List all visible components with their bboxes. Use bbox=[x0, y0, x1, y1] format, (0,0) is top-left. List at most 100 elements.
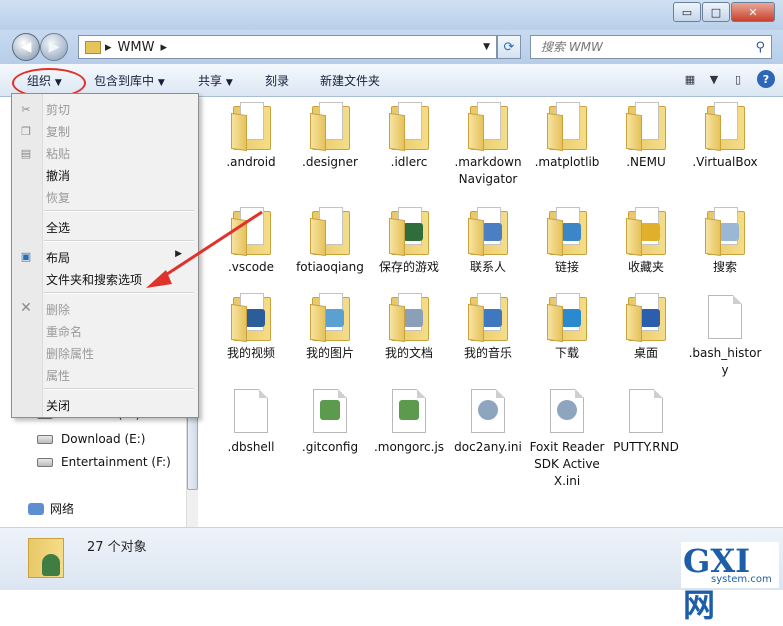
file-item[interactable]: PUTTY.RND bbox=[608, 387, 684, 456]
include-library-button[interactable]: 包含到库中 ▼ bbox=[94, 72, 165, 89]
folder-item[interactable]: 搜索 bbox=[687, 207, 763, 276]
folder-icon bbox=[626, 293, 666, 343]
menu-item-properties[interactable]: 属性 bbox=[46, 367, 70, 384]
folder-icon bbox=[231, 102, 271, 152]
menu-item-undo[interactable]: 撤消 bbox=[46, 167, 70, 184]
file-item[interactable]: .bash_history bbox=[687, 293, 763, 379]
maximize-button[interactable]: □ bbox=[702, 2, 730, 22]
menu-item-layout[interactable]: 布局 ▶ bbox=[46, 249, 192, 266]
item-label: .vscode bbox=[227, 260, 275, 274]
search-input[interactable] bbox=[539, 39, 743, 55]
menu-item-cut[interactable]: 剪切 bbox=[46, 101, 70, 118]
view-controls: ▦ ▼ ▯ ? bbox=[671, 70, 775, 88]
item-label: .matplotlib bbox=[534, 155, 600, 169]
folder-icon bbox=[310, 207, 350, 257]
item-label: 我的文档 bbox=[384, 346, 433, 360]
organize-menu: ✂ 剪切 ❐ 复制 ▤ 粘贴 撤消 恢复 全选 ▣ 布局 ▶ 文件夹和搜索选项 … bbox=[11, 93, 199, 418]
folder-item[interactable]: fotiaoqiang bbox=[292, 207, 368, 276]
file-item[interactable]: .dbshell bbox=[213, 387, 289, 456]
view-options-icon[interactable]: ▦ bbox=[679, 70, 701, 88]
file-list: .android .designer .idlerc .markdownNavigat… bbox=[198, 97, 783, 527]
folder-item[interactable]: 我的文档 bbox=[371, 293, 447, 362]
folder-icon bbox=[231, 293, 271, 343]
help-icon[interactable]: ? bbox=[757, 70, 775, 88]
folder-icon bbox=[468, 102, 508, 152]
menu-item-delete[interactable]: 删除 bbox=[46, 301, 70, 318]
folder-icon bbox=[231, 207, 271, 257]
folder-icon bbox=[705, 207, 745, 257]
folder-item[interactable]: 我的音乐 bbox=[450, 293, 526, 362]
folder-icon bbox=[468, 207, 508, 257]
chevron-down-icon[interactable]: ▼ bbox=[483, 42, 490, 52]
close-button[interactable]: ✕ bbox=[731, 2, 775, 22]
organize-label: 组织 bbox=[27, 74, 52, 88]
document-icon bbox=[313, 389, 347, 433]
folder-item[interactable]: 我的图片 bbox=[292, 293, 368, 362]
menu-item-remove-properties[interactable]: 删除属性 bbox=[46, 345, 94, 362]
folder-item[interactable]: .android bbox=[213, 102, 289, 171]
document-icon bbox=[629, 389, 663, 433]
folder-item[interactable]: 下载 bbox=[529, 293, 605, 362]
menu-item-select-all[interactable]: 全选 bbox=[46, 219, 70, 236]
layout-icon: ▣ bbox=[20, 249, 32, 263]
file-item[interactable]: .gitconfig bbox=[292, 387, 368, 456]
folder-item[interactable]: .matplotlib bbox=[529, 102, 605, 171]
folder-item[interactable]: .vscode bbox=[213, 207, 289, 276]
address-bar[interactable]: ▸ WMW ▸ ▼ bbox=[78, 35, 497, 59]
folder-item[interactable]: 桌面 bbox=[608, 293, 684, 362]
share-button[interactable]: 共享 ▼ bbox=[198, 72, 233, 89]
folder-icon bbox=[468, 293, 508, 343]
search-icon[interactable]: ⚲ bbox=[755, 40, 765, 55]
folder-item[interactable]: 联系人 bbox=[450, 207, 526, 276]
back-button[interactable]: ◀ bbox=[12, 33, 40, 61]
menu-item-paste[interactable]: 粘贴 bbox=[46, 145, 70, 162]
folder-item[interactable]: 我的视频 bbox=[213, 293, 289, 362]
folder-item[interactable]: .NEMU bbox=[608, 102, 684, 171]
drive-label: Entertainment (F:) bbox=[61, 455, 171, 469]
folder-item[interactable]: 链接 bbox=[529, 207, 605, 276]
item-label: 我的音乐 bbox=[463, 346, 512, 360]
folder-item[interactable]: .idlerc bbox=[371, 102, 447, 171]
burn-button[interactable]: 刻录 bbox=[265, 72, 289, 89]
search-box[interactable]: ⚲ bbox=[530, 35, 772, 59]
refresh-button[interactable]: ⟳ bbox=[497, 35, 521, 59]
item-label: .VirtualBox bbox=[692, 155, 758, 169]
file-item[interactable]: .mongorc.js bbox=[371, 387, 447, 456]
address-row: ◀ ▶ ▸ WMW ▸ ▼ ⟳ ⚲ bbox=[0, 30, 783, 64]
menu-item-close[interactable]: 关闭 bbox=[46, 397, 70, 414]
item-label: .designer bbox=[302, 155, 358, 169]
drive-label: Download (E:) bbox=[61, 432, 146, 446]
drive-item-e[interactable]: Download (E:) bbox=[37, 432, 145, 446]
item-label: fotiaoqiang bbox=[296, 260, 364, 274]
menu-item-redo[interactable]: 恢复 bbox=[46, 189, 70, 206]
organize-button[interactable]: 组织 ▼ bbox=[27, 72, 62, 89]
folder-item[interactable]: .markdownNavigator bbox=[450, 102, 526, 188]
menu-separator bbox=[44, 240, 194, 242]
menu-item-copy[interactable]: 复制 bbox=[46, 123, 70, 140]
folder-icon bbox=[547, 102, 587, 152]
chevron-down-icon: ▼ bbox=[54, 78, 62, 88]
file-item[interactable]: doc2any.ini bbox=[450, 387, 526, 456]
preview-pane-icon[interactable]: ▯ bbox=[727, 70, 749, 88]
menu-item-layout-label: 布局 bbox=[46, 251, 71, 265]
breadcrumb-current[interactable]: WMW bbox=[118, 40, 155, 55]
menu-item-folder-options[interactable]: 文件夹和搜索选项 bbox=[46, 271, 142, 288]
folder-item[interactable]: .VirtualBox bbox=[687, 102, 763, 171]
file-item[interactable]: Foxit Reader SDK ActiveX.ini bbox=[529, 387, 605, 490]
chevron-down-icon: ▼ bbox=[157, 78, 165, 88]
folder-item[interactable]: 保存的游戏 bbox=[371, 207, 447, 276]
forward-button[interactable]: ▶ bbox=[40, 33, 68, 61]
item-label: 收藏夹 bbox=[627, 260, 664, 274]
nav-item-network[interactable]: 网络 bbox=[28, 500, 74, 517]
menu-item-rename[interactable]: 重命名 bbox=[46, 323, 82, 340]
drive-item-f[interactable]: Entertainment (F:) bbox=[37, 455, 171, 469]
folder-icon bbox=[310, 293, 350, 343]
chevron-down-icon[interactable]: ▼ bbox=[709, 70, 719, 88]
share-label: 共享 bbox=[198, 74, 223, 88]
status-bar: 27 个对象 bbox=[0, 527, 783, 590]
folder-item[interactable]: .designer bbox=[292, 102, 368, 171]
new-folder-button[interactable]: 新建文件夹 bbox=[320, 72, 380, 89]
folder-item[interactable]: 收藏夹 bbox=[608, 207, 684, 276]
breadcrumb-separator[interactable]: ▸ bbox=[160, 40, 167, 55]
minimize-button[interactable]: ▭ bbox=[673, 2, 701, 22]
